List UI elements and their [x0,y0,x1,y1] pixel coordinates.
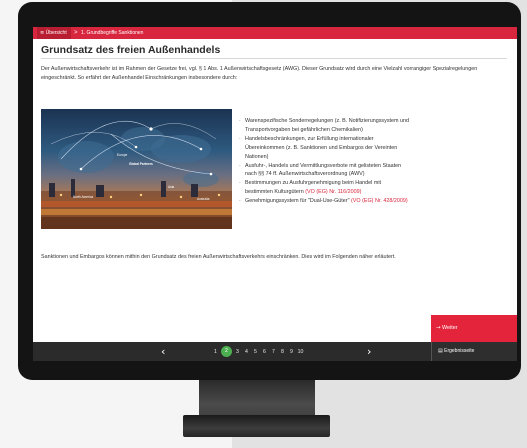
page-number-current[interactable]: 2 [221,346,232,357]
regulation-link[interactable]: (VO (EG) Nr. 116/2009) [305,189,361,195]
overview-link[interactable]: ≡ Übersicht [37,27,71,39]
next-button-label: Weiter [442,325,458,331]
monitor-screen: ≡ Übersicht > 1. Grundbegriffe Sanktione… [33,27,517,361]
restriction-list: Warenspezifische Sonderregelungen (z. B.… [239,117,409,206]
list-item: Ausfuhr-, Handels und Vermittlungsverbot… [239,162,409,180]
page-number[interactable]: 9 [287,349,296,355]
breadcrumb-current: 1. Grundbegriffe Sanktionen [81,30,144,36]
intro-paragraph: Der Außenwirtschaftsverkehr ist im Rahme… [41,66,478,81]
list-item: Genehmigungssystem für "Dual-Use-Güter" … [239,197,409,206]
page-number[interactable]: 5 [251,349,260,355]
results-page-button[interactable]: ▤ Ergebnisseite [431,342,517,361]
page-title: Grundsatz des freien Außenhandels [41,44,221,56]
document-icon: ▤ [438,348,443,354]
world-map-illustration [41,121,232,229]
page-number[interactable]: 10 [296,349,305,355]
map-label-australia: Australia [197,197,210,201]
page-number[interactable]: 6 [260,349,269,355]
page-number[interactable]: 3 [233,349,242,355]
breadcrumb: ≡ Übersicht > 1. Grundbegriffe Sanktione… [33,27,517,39]
regulation-link[interactable]: (VO (EG) Nr. 428/2009) [351,198,408,204]
monitor-stand-base [183,415,330,437]
previous-page-button[interactable]: ‹ [161,342,165,361]
page-number[interactable]: 4 [242,349,251,355]
next-button[interactable]: → Weiter [431,315,517,342]
list-item: Bestimmungen zu Ausfuhrgenehmigung beim … [239,179,409,197]
page-number[interactable]: 8 [278,349,287,355]
page-number[interactable]: 7 [269,349,278,355]
overview-label: Übersicht [45,30,67,36]
map-label-global-partners: Global Partners [129,162,153,166]
map-label-north-america: North America [73,195,94,199]
menu-icon: ≡ [40,30,45,36]
next-page-button[interactable]: › [367,342,371,361]
conclusion-paragraph: Sanktionen und Embargos können mithin de… [41,254,396,260]
pagination-bar: ‹ 1 2 3 4 5 6 7 8 9 10 › [33,342,431,361]
list-item: Handelsbeschränkungen, zur Erfüllung int… [239,135,409,162]
world-trade-image: Europe Global Partners North America Asi… [41,109,232,229]
breadcrumb-separator: > [74,30,78,36]
arrow-right-icon: → [436,325,441,331]
map-label-asia: Asia [168,185,175,189]
page-numbers: 1 2 3 4 5 6 7 8 9 10 [211,342,305,361]
title-divider [41,58,507,59]
list-item: Warenspezifische Sonderregelungen (z. B.… [239,117,409,135]
results-page-label: Ergebnisseite [444,348,475,354]
page-number[interactable]: 1 [211,349,220,355]
map-label-europe: Europe [117,153,128,157]
